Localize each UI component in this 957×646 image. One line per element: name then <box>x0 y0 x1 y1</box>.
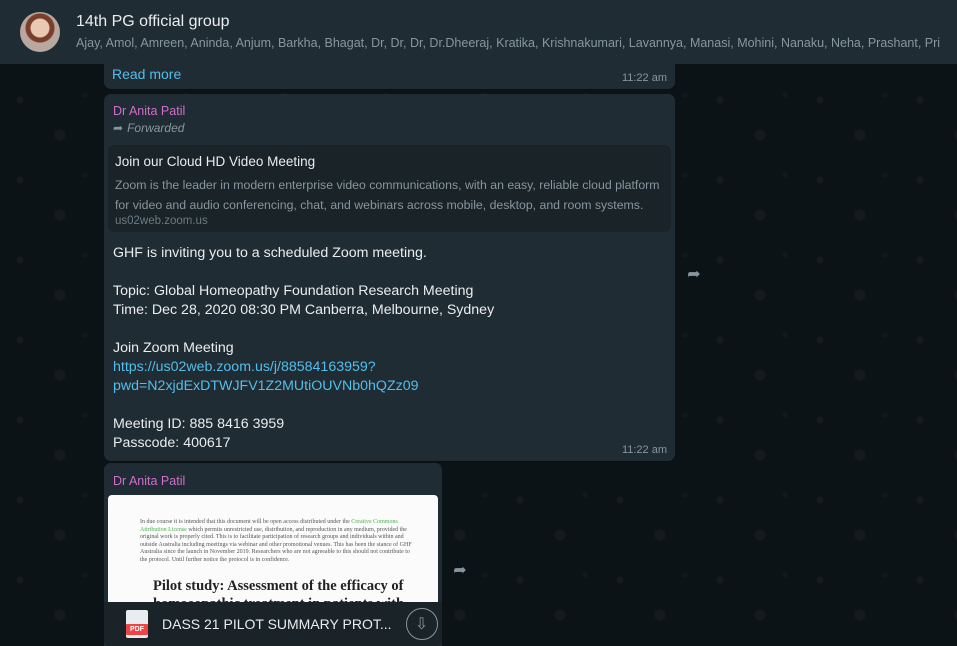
message-text: GHF is inviting you to a scheduled Zoom … <box>113 244 494 453</box>
group-avatar[interactable] <box>20 12 60 52</box>
message-bubble: Dr Anita Patil ➦ Forwarded Join our Clou… <box>104 94 675 461</box>
forward-icon[interactable]: ➦ <box>447 558 473 584</box>
forwarded-text: Forwarded <box>127 121 185 135</box>
preview-domain: us02web.zoom.us <box>115 215 208 227</box>
passcode: Passcode: 400617 <box>113 435 231 451</box>
sender-name[interactable]: Dr Anita Patil <box>113 474 185 488</box>
document-name: DASS 21 PILOT SUMMARY PROT... <box>162 616 392 632</box>
document-heading: Pilot study: Assessment of the efficacy … <box>153 578 405 605</box>
message-time: 11:22 am <box>621 444 667 456</box>
document-thumbnail[interactable]: In due course it is intended that this d… <box>108 495 438 605</box>
header-info[interactable]: 14th PG official group Ajay, Amol, Amree… <box>76 12 940 52</box>
chat-header[interactable]: 14th PG official group Ajay, Amol, Amree… <box>0 0 957 64</box>
document-preview-text: In due course it is intended that this d… <box>140 519 415 564</box>
forward-icon[interactable]: ➦ <box>681 262 707 288</box>
time-line: Time: Dec 28, 2020 08:30 PM Canberra, Me… <box>113 302 495 318</box>
preview-description: Zoom is the leader in modern enterprise … <box>115 178 660 212</box>
forwarded-icon: ➦ <box>113 121 124 135</box>
doc-text: In due course it is intended that this d… <box>140 519 352 525</box>
preview-title: Join our Cloud HD Video Meeting <box>115 154 316 169</box>
document-attachment[interactable]: PDF DASS 21 PILOT SUMMARY PROT... ⇩ <box>104 602 442 646</box>
group-name: 14th PG official group <box>76 13 230 30</box>
pdf-file-icon: PDF <box>126 610 148 638</box>
chat-window: 14th PG official group Ajay, Amol, Amree… <box>0 0 957 646</box>
message-time: 11:22 am <box>621 72 667 84</box>
zoom-link[interactable]: https://us02web.zoom.us/j/88584163959? p… <box>113 358 494 396</box>
link-preview[interactable]: Join our Cloud HD Video Meeting Zoom is … <box>108 145 671 232</box>
meeting-id: Meeting ID: 885 8416 3959 <box>113 416 285 432</box>
sender-name[interactable]: Dr Anita Patil <box>113 104 185 118</box>
pdf-label: PDF <box>126 624 148 635</box>
read-more-link[interactable]: Read more <box>112 66 181 82</box>
zoom-link-line[interactable]: https://us02web.zoom.us/j/88584163959? <box>113 358 494 377</box>
topic-line: Topic: Global Homeopathy Foundation Rese… <box>113 283 474 299</box>
download-icon[interactable]: ⇩ <box>405 608 438 640</box>
participants-list: Ajay, Amol, Amreen, Aninda, Anjum, Barkh… <box>76 36 941 50</box>
join-label: Join Zoom Meeting <box>113 340 234 356</box>
invite-line: GHF is inviting you to a scheduled Zoom … <box>113 245 427 261</box>
zoom-link-line[interactable]: pwd=N2xjdExDTWJFV1Z2MUtiOUVNb0hQZz09 <box>113 377 494 396</box>
forwarded-label: ➦ Forwarded <box>113 121 185 135</box>
